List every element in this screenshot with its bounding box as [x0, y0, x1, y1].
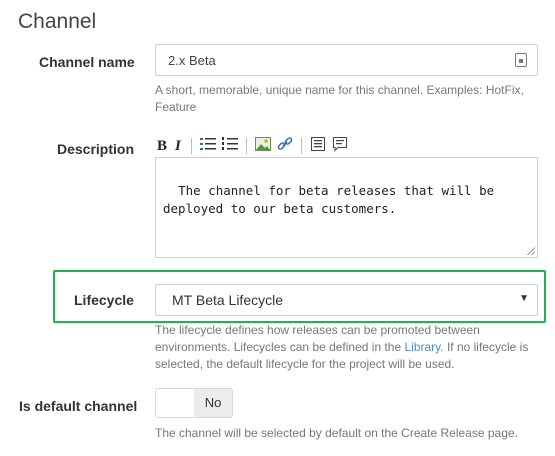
preview-icon[interactable] [332, 136, 348, 157]
image-icon[interactable] [254, 136, 271, 157]
lifecycle-selected-value: MT Beta Lifecycle [172, 292, 284, 308]
default-channel-help: The channel will be selected by default … [155, 426, 518, 440]
channel-name-input[interactable]: 2.x Beta [155, 44, 538, 76]
library-link[interactable]: Library [404, 340, 440, 354]
lifecycle-help: The lifecycle defines how releases can b… [155, 322, 540, 373]
toolbar-separator [245, 138, 247, 154]
resize-handle[interactable] [527, 247, 535, 255]
lifecycle-label: Lifecycle [74, 292, 134, 308]
toggle-state-label: No [194, 389, 232, 417]
lifecycle-select[interactable]: MT Beta Lifecycle ▼ [155, 284, 538, 316]
description-toolbar: B I [157, 136, 354, 156]
toggle-knob [156, 389, 195, 417]
description-textarea[interactable]: The channel for beta releases that will … [155, 157, 538, 258]
channel-name-label: Channel name [39, 54, 135, 70]
bold-button[interactable]: B [157, 137, 167, 155]
channel-name-value: 2.x Beta [168, 53, 216, 68]
description-value: The channel for beta releases that will … [163, 183, 495, 216]
description-label: Description [57, 141, 135, 157]
toolbar-separator [300, 138, 302, 154]
numbered-list-icon[interactable] [221, 136, 238, 157]
source-view-icon[interactable] [310, 136, 326, 157]
toolbar-separator [190, 138, 192, 154]
lock-icon [515, 53, 527, 67]
channel-name-help: A short, memorable, unique name for this… [155, 83, 524, 114]
default-channel-toggle[interactable]: No [155, 388, 233, 418]
dropdown-arrow-icon: ▼ [519, 293, 529, 304]
link-icon[interactable] [277, 136, 293, 157]
page-title: Channel [18, 10, 97, 33]
bulleted-list-icon[interactable] [199, 136, 216, 157]
default-channel-label: Is default channel [19, 398, 138, 414]
italic-button[interactable]: I [175, 137, 181, 155]
